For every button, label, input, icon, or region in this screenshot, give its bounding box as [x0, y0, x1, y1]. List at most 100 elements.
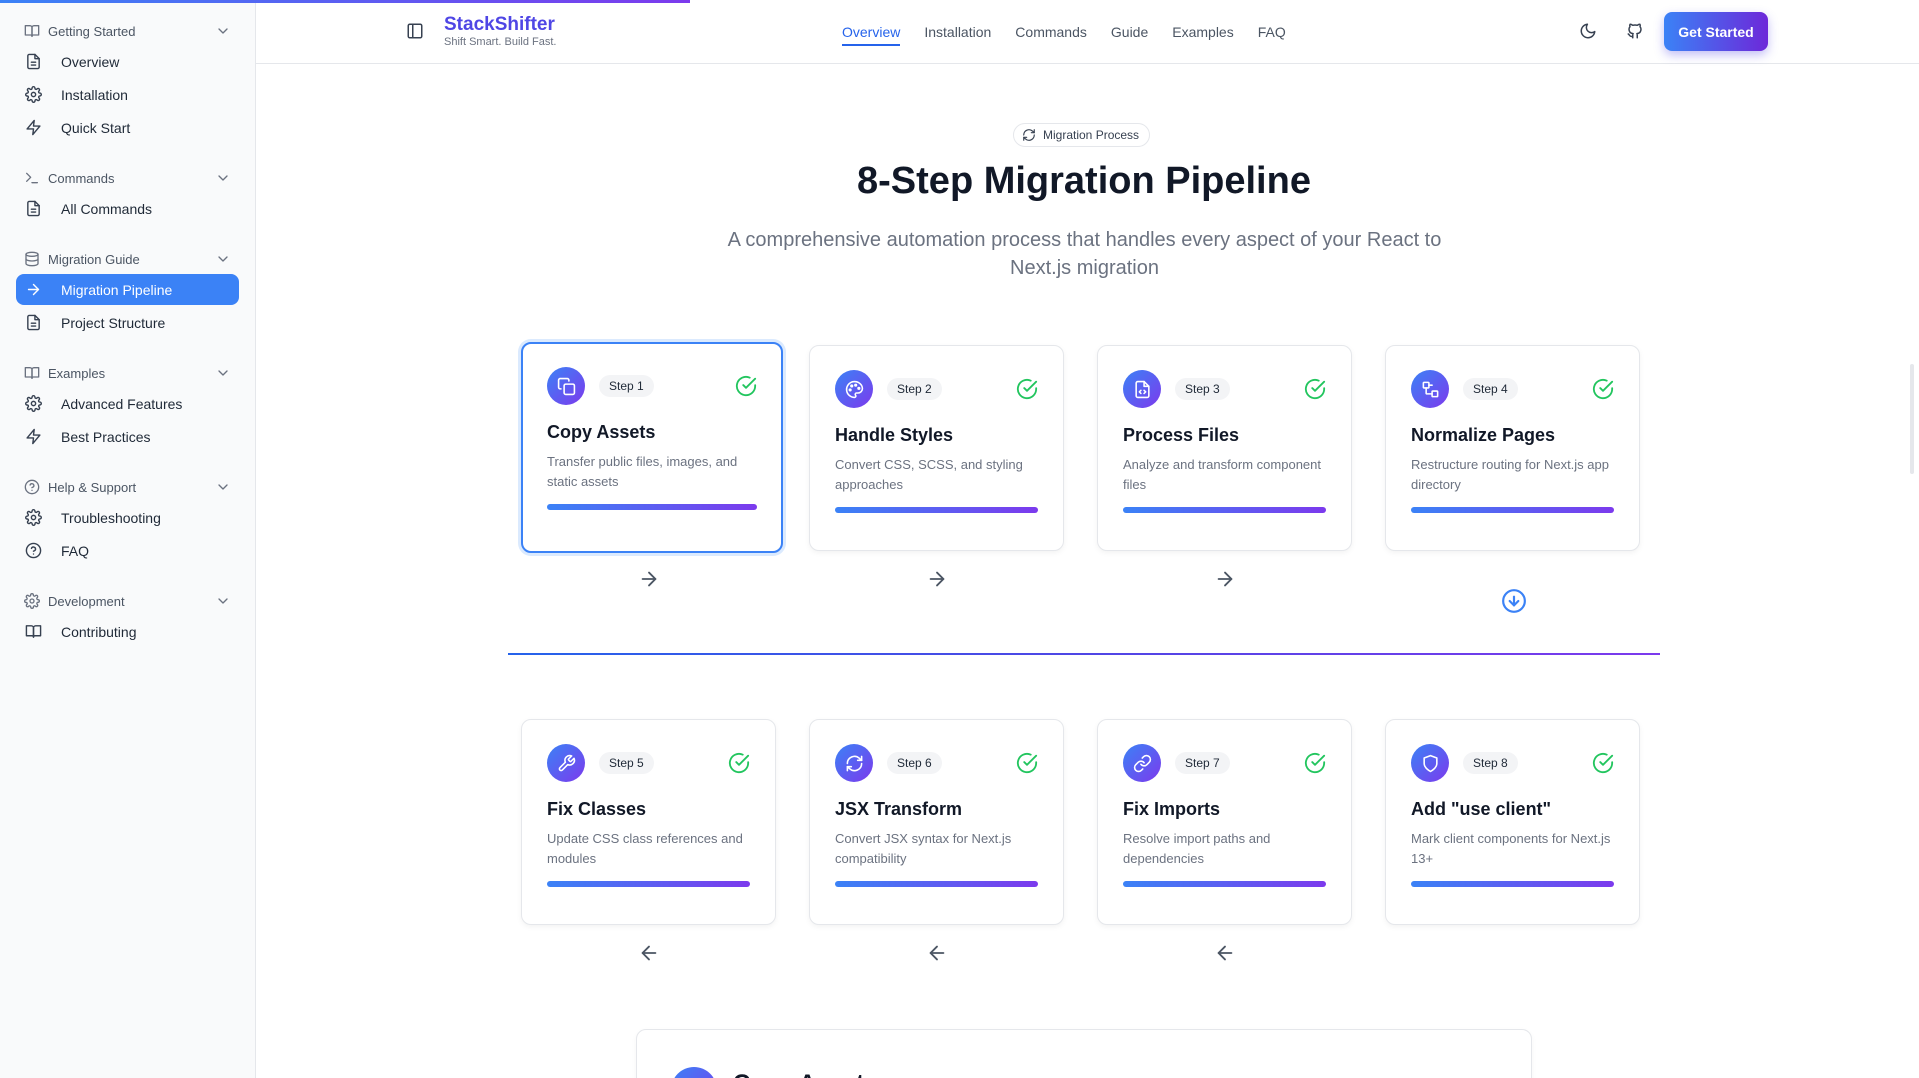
sidebar-item-project-structure[interactable]: Project Structure — [16, 307, 239, 338]
page-scrollbar[interactable] — [1905, 64, 1919, 1078]
sidebar-item-overview[interactable]: Overview — [16, 46, 239, 77]
arrow-right-icon — [926, 568, 948, 590]
sidebar-item-faq[interactable]: FAQ — [16, 535, 239, 566]
get-started-button[interactable]: Get Started — [1664, 12, 1768, 51]
sidebar-item-label: Quick Start — [61, 119, 131, 136]
step-card[interactable]: Step 6 JSX Transform Convert JSX syntax fo… — [809, 719, 1064, 925]
help-circle-icon — [25, 542, 42, 559]
sidebar-item-installation[interactable]: Installation — [16, 79, 239, 110]
sidebar-group-label: Examples — [48, 365, 106, 381]
chevron-down-icon[interactable] — [215, 593, 231, 609]
page-progress-bar — [0, 0, 690, 3]
sidebar-group-label: Getting Started — [48, 23, 136, 39]
gear-icon — [24, 593, 40, 609]
step-description: Resolve import paths and dependencies — [1123, 831, 1271, 866]
sidebar-group-header[interactable]: Examples — [0, 360, 255, 386]
sidebar-item-label: Contributing — [61, 623, 137, 640]
sidebar-group-header[interactable]: Development — [0, 588, 255, 614]
check-circle-icon — [1592, 752, 1614, 774]
refresh-icon — [835, 744, 873, 782]
chevron-down-icon[interactable] — [215, 251, 231, 267]
nav-link-commands[interactable]: Commands — [1015, 24, 1087, 46]
step-progress-bar — [835, 507, 1038, 513]
sidebar-group-header[interactable]: Migration Guide — [0, 246, 255, 272]
step-card[interactable]: Step 2 Handle Styles Convert CSS, SCSS, an… — [809, 345, 1064, 551]
arrow-right-icon — [1214, 568, 1236, 590]
chevron-down-icon[interactable] — [215, 479, 231, 495]
step-number-badge: Step 4 — [1463, 378, 1518, 400]
sidebar-item-advanced-features[interactable]: Advanced Features — [16, 388, 239, 419]
page-title: 8-Step Migration Pipeline — [857, 160, 1311, 202]
step-title: Fix Imports — [1123, 799, 1221, 819]
file-icon — [25, 53, 42, 70]
step-card-header: Step 6 — [835, 744, 1038, 782]
book-icon — [24, 365, 40, 381]
step-number-badge: Step 2 — [887, 378, 942, 400]
wrench-icon — [547, 744, 585, 782]
step-description: Transfer public files, images, and stati… — [547, 454, 738, 489]
sidebar-item-best-practices[interactable]: Best Practices — [16, 421, 239, 452]
nav-link-installation[interactable]: Installation — [924, 24, 991, 46]
github-icon[interactable] — [1626, 22, 1644, 40]
step-description: Convert JSX syntax for Next.js compatibi… — [835, 831, 1012, 866]
database-icon — [24, 251, 40, 267]
sidebar-item-contributing[interactable]: Contributing — [16, 616, 239, 647]
check-circle-icon — [735, 375, 757, 397]
step-progress-bar — [547, 504, 757, 510]
sidebar-group: Development Contributing — [0, 588, 255, 647]
sidebar-item-quick-start[interactable]: Quick Start — [16, 112, 239, 143]
arrow-left-icon — [1214, 942, 1236, 964]
step-card[interactable]: Step 7 Fix Imports Resolve import paths an… — [1097, 719, 1352, 925]
brand-title: StackShifter — [444, 14, 555, 35]
link-icon — [1123, 744, 1161, 782]
sidebar-item-label: Installation — [61, 86, 128, 103]
nav-link-guide[interactable]: Guide — [1111, 24, 1148, 46]
arrow-left-icon — [638, 942, 660, 964]
moon-icon[interactable] — [1579, 22, 1597, 40]
sidebar-group-header[interactable]: Help & Support — [0, 474, 255, 500]
step-title: JSX Transform — [835, 799, 963, 819]
top-header: StackShifter Shift Smart. Build Fast. Ov… — [256, 0, 1919, 64]
chevron-down-icon[interactable] — [215, 23, 231, 39]
sidebar-group: Examples Advanced Features Best Practices — [0, 360, 255, 452]
copy-icon — [671, 1067, 717, 1078]
sidebar-item-migration-pipeline[interactable]: Migration Pipeline — [16, 274, 239, 305]
sidebar-item-label: Advanced Features — [61, 395, 183, 412]
step-detail-card: Copy Assets — [636, 1029, 1532, 1078]
step-card[interactable]: Step 5 Fix Classes Update CSS class refere… — [521, 719, 776, 925]
zap-icon — [25, 119, 42, 136]
step-card-header: Step 7 — [1123, 744, 1326, 782]
brand[interactable]: StackShifter Shift Smart. Build Fast. — [444, 14, 556, 49]
file-code-icon — [1123, 370, 1161, 408]
nav-link-faq[interactable]: FAQ — [1258, 24, 1286, 46]
route-icon — [1411, 370, 1449, 408]
step-number-badge: Step 1 — [599, 375, 654, 397]
step-card[interactable]: Step 1 Copy Assets Transfer public files, … — [521, 342, 783, 553]
step-description: Update CSS class references and modules — [547, 831, 743, 866]
nav-link-examples[interactable]: Examples — [1172, 24, 1233, 46]
sidebar-group: Migration Guide Migration Pipeline Project… — [0, 246, 255, 338]
step-description: Restructure routing for Next.js app dire… — [1411, 457, 1609, 492]
sidebar-item-label: Best Practices — [61, 428, 151, 445]
step-card[interactable]: Step 3 Process Files Analyze and transform… — [1097, 345, 1352, 551]
scrollbar-thumb[interactable] — [1910, 364, 1914, 474]
step-description: Analyze and transform component files — [1123, 457, 1321, 492]
step-card[interactable]: Step 4 Normalize Pages Restructure routing… — [1385, 345, 1640, 551]
step-progress-bar — [1123, 881, 1326, 887]
copy-icon — [547, 367, 585, 405]
sidebar-toggle-icon[interactable] — [406, 22, 424, 40]
section-badge-label: Migration Process — [1043, 128, 1140, 142]
shield-icon — [1411, 744, 1449, 782]
nav-link-overview[interactable]: Overview — [842, 24, 901, 46]
step-progress-bar — [835, 881, 1038, 887]
step-title: Copy Assets — [547, 422, 656, 442]
check-circle-icon — [728, 752, 750, 774]
chevron-down-icon[interactable] — [215, 365, 231, 381]
step-card[interactable]: Step 8 Add "use client" Mark client compon… — [1385, 719, 1640, 925]
step-title: Normalize Pages — [1411, 425, 1556, 445]
step-number-badge: Step 8 — [1463, 752, 1518, 774]
sidebar-item-troubleshooting[interactable]: Troubleshooting — [16, 502, 239, 533]
step-number-badge: Step 3 — [1175, 378, 1230, 400]
arrow-down-circle-icon — [1501, 588, 1527, 614]
sidebar-group-header[interactable]: Getting Started — [0, 18, 255, 44]
